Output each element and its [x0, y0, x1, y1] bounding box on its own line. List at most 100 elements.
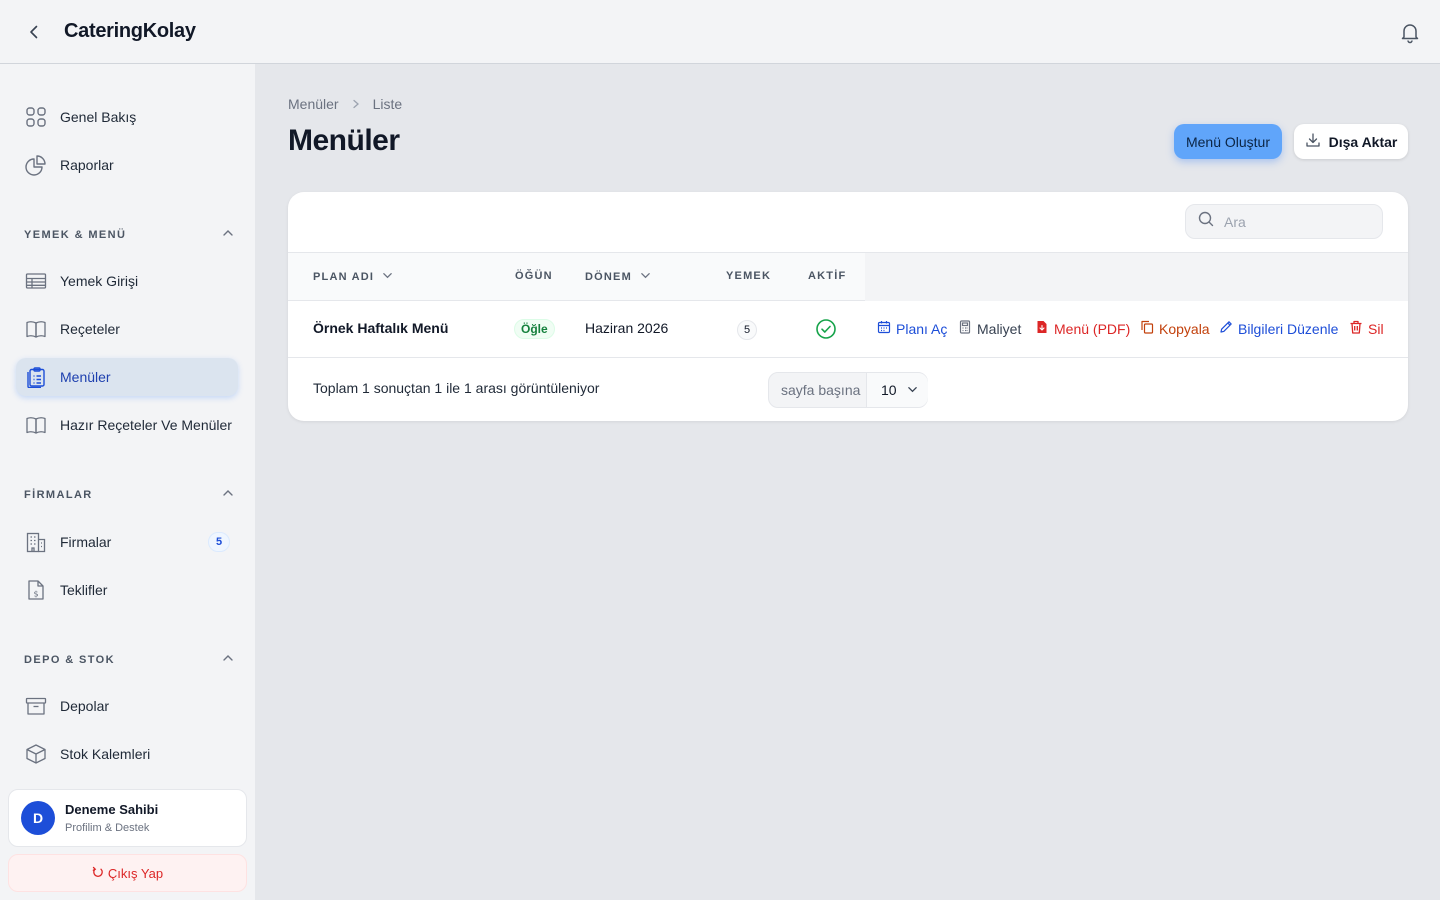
copy-icon [1140, 320, 1159, 337]
action-label: Sil [1368, 320, 1384, 337]
book-icon [24, 413, 48, 437]
sidebar-item-stok-kalemleri[interactable]: Stok Kalemleri [16, 735, 238, 773]
trash-icon [1349, 320, 1368, 337]
chevron-up-icon [222, 486, 234, 504]
delete-action[interactable]: Sil [1349, 320, 1384, 337]
sidebar-item-genel-bakis[interactable]: Genel Bakış [16, 98, 238, 136]
page-title: Menüler [288, 124, 400, 157]
user-subtitle: Profilim & Destek [65, 822, 150, 834]
chevron-right-icon [351, 99, 361, 109]
action-label: Menü (PDF) [1054, 320, 1131, 337]
sidebar-item-hazir-receteler[interactable]: Hazır Reçeteler Ve Menüler [16, 406, 238, 444]
building-icon [24, 530, 48, 554]
sidebar-item-label: Genel Bakış [60, 109, 137, 125]
sidebar-item-label: Stok Kalemleri [60, 746, 151, 762]
period-cell: Haziran 2026 [585, 320, 669, 336]
pie-chart-icon [24, 153, 48, 177]
column-label: YEMEK [726, 270, 772, 282]
search-box[interactable] [1185, 204, 1383, 239]
sidebar-item-label: Reçeteler [60, 321, 120, 337]
search-icon [1198, 211, 1214, 232]
pencil-icon [1219, 320, 1238, 337]
search-input[interactable] [1224, 213, 1374, 230]
sidebar-item-label: Hazır Reçeteler Ve Menüler [60, 417, 232, 433]
action-label: Maliyet [977, 320, 1022, 337]
app-title: CateringKolay [64, 20, 196, 42]
user-name: Deneme Sahibi [65, 802, 159, 817]
sidebar-item-label: Yemek Girişi [60, 273, 139, 289]
column-label: AKTİF [808, 270, 847, 282]
table-icon [24, 269, 48, 293]
export-button[interactable]: Dışa Aktar [1294, 124, 1408, 159]
check-circle-icon [815, 318, 837, 340]
edit-info-action[interactable]: Bilgileri Düzenle [1219, 320, 1338, 337]
document-dollar-icon: $ [24, 578, 48, 602]
top-bar: CateringKolay [0, 0, 1440, 64]
sidebar-item-firmalar[interactable]: Firmalar 5 [16, 523, 238, 561]
column-header-plan-adi[interactable]: PLAN ADI [313, 270, 393, 284]
sidebar-item-yemek-girisi[interactable]: Yemek Girişi [16, 262, 238, 300]
sidebar-item-receteler[interactable]: Reçeteler [16, 310, 238, 348]
chevron-up-icon [222, 226, 234, 244]
sidebar-item-raporlar[interactable]: Raporlar [16, 146, 238, 184]
sidebar-item-menuler[interactable]: Menüler [16, 358, 238, 396]
download-icon [1305, 132, 1329, 151]
pdf-file-icon [1035, 320, 1054, 337]
chevron-down-icon [897, 382, 918, 398]
avatar: D [21, 801, 55, 835]
user-profile-card[interactable]: D Deneme Sahibi Profilim & Destek [8, 789, 247, 847]
action-label: Planı Aç [896, 320, 948, 337]
svg-text:$: $ [33, 590, 38, 599]
action-label: Kopyala [1159, 320, 1210, 337]
section-header-firmalar[interactable]: FİRMALAR [24, 485, 234, 505]
bell-icon[interactable] [1398, 20, 1422, 44]
count-badge: 5 [208, 532, 230, 552]
column-header-ogun: ÖĞÜN [515, 270, 553, 282]
table-footer: Toplam 1 sonuçtan 1 ile 1 arası görüntül… [288, 358, 1408, 421]
section-header-depo-stok[interactable]: DEPO & STOK [24, 650, 234, 670]
column-header-aktif: AKTİF [808, 270, 846, 282]
open-plan-action[interactable]: Planı Aç [877, 320, 947, 337]
column-header-yemek: YEMEK [726, 270, 771, 282]
menu-pdf-action[interactable]: Menü (PDF) [1035, 320, 1130, 337]
sidebar-item-label: Menüler [60, 369, 111, 385]
table-header: PLAN ADI ÖĞÜN DÖNEM YEMEK AKTİF [288, 252, 1408, 301]
column-label: PLAN ADI [313, 271, 375, 283]
chevron-up-icon [222, 651, 234, 669]
sidebar-item-depolar[interactable]: Depolar [16, 687, 238, 725]
cost-action[interactable]: Maliyet [958, 320, 1021, 337]
section-title: DEPO & STOK [24, 654, 115, 666]
per-page-value: 10 [881, 382, 897, 398]
export-label: Dışa Aktar [1328, 133, 1398, 150]
logout-button[interactable]: Çıkış Yap [8, 854, 247, 892]
column-label: DÖNEM [585, 271, 632, 283]
breadcrumb: Menüler Liste [288, 96, 402, 112]
section-title: YEMEK & MENÜ [24, 229, 127, 241]
per-page-label: sayfa başına [781, 382, 861, 398]
sidebar-item-label: Firmalar [60, 534, 112, 550]
column-label: ÖĞÜN [515, 270, 553, 282]
per-page-selector: sayfa başına 10 [768, 372, 928, 408]
chevron-left-icon[interactable] [22, 20, 46, 44]
dish-count-badge: 5 [737, 320, 757, 340]
actions-column-header [865, 253, 1408, 301]
logout-label: Çıkış Yap [107, 865, 164, 881]
column-header-donem[interactable]: DÖNEM [585, 270, 651, 284]
sidebar-item-label: Teklifler [60, 582, 108, 598]
calendar-icon [877, 320, 896, 337]
sidebar-item-teklifler[interactable]: $ Teklifler [16, 571, 238, 609]
chevron-down-icon [374, 270, 393, 284]
section-header-yemek-menu[interactable]: YEMEK & MENÜ [24, 225, 234, 245]
create-menu-button[interactable]: Menü Oluştur [1174, 124, 1282, 159]
table-row[interactable]: Örnek Haftalık Menü Öğle Haziran 2026 5 … [288, 301, 1408, 358]
copy-action[interactable]: Kopyala [1140, 320, 1210, 337]
calculator-icon [958, 320, 977, 337]
clipboard-list-icon [24, 365, 48, 389]
sidebar-item-label: Depolar [60, 698, 110, 714]
per-page-select[interactable]: 10 [866, 373, 928, 407]
menus-table-card: PLAN ADI ÖĞÜN DÖNEM YEMEK AKTİF Örnek Ha… [288, 192, 1408, 421]
cube-icon [24, 742, 48, 766]
power-icon [92, 866, 108, 881]
sidebar: Genel Bakış Raporlar YEMEK & MENÜ Yemek … [0, 64, 256, 900]
breadcrumb-item-menuler[interactable]: Menüler [288, 96, 339, 112]
